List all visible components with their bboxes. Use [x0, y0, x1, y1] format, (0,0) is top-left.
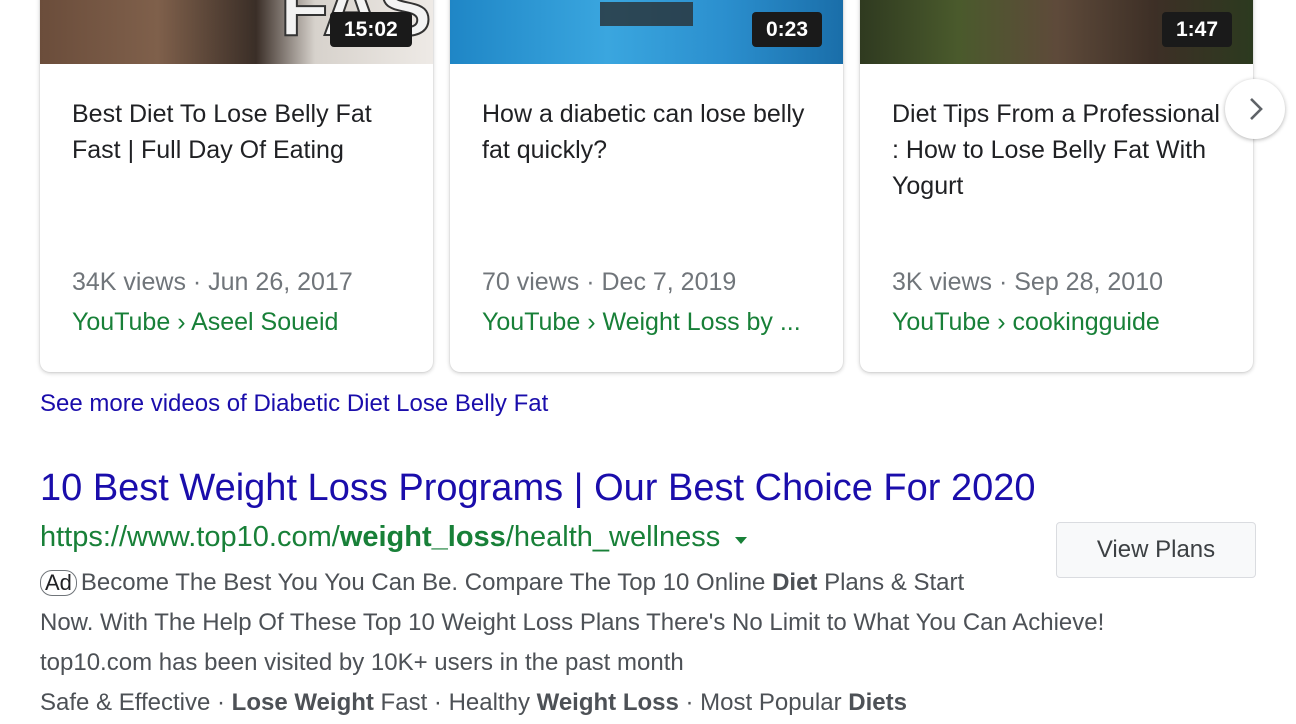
video-thumbnail[interactable]: 1:47 — [860, 0, 1253, 64]
video-title[interactable]: How a diabetic can lose belly fat quickl… — [482, 96, 812, 168]
ad-title-link[interactable]: 10 Best Weight Loss Programs | Our Best … — [40, 467, 1036, 510]
video-title[interactable]: Diet Tips From a Professional : How to L… — [892, 96, 1222, 204]
ad-url-suffix: /health_wellness — [505, 521, 721, 553]
video-meta: 70 views · Dec 7, 2019 — [482, 268, 737, 296]
ad-desc-bold: Diet — [772, 569, 818, 596]
video-duration: 0:23 — [752, 12, 823, 47]
thumbnail-overlay — [600, 2, 693, 26]
ad-description-line-1: Ad Become The Best You You Can Be. Compar… — [40, 569, 1240, 597]
sitelink-bold[interactable]: Lose Weight — [232, 689, 374, 716]
chevron-right-icon — [1250, 98, 1263, 120]
ad-visited-note: top10.com has been visited by 10K+ users… — [40, 649, 684, 676]
carousel-next-button[interactable] — [1225, 79, 1285, 139]
ad-url-bold: weight_loss — [339, 521, 506, 553]
ad-description-line-2: Now. With The Help Of These Top 10 Weigh… — [40, 609, 1105, 636]
video-meta: 34K views · Jun 26, 2017 — [72, 268, 353, 296]
see-more-videos-link[interactable]: See more videos of Diabetic Diet Lose Be… — [40, 390, 548, 418]
sitelink-text[interactable]: Safe & Effective · — [40, 689, 232, 716]
sitelink-bold[interactable]: Weight Loss — [537, 689, 679, 716]
ad-desc-text: Plans & Start — [817, 569, 965, 596]
video-card[interactable]: 0:23 How a diabetic can lose belly fat q… — [450, 0, 843, 372]
video-title[interactable]: Best Diet To Lose Belly Fat Fast | Full … — [72, 96, 402, 168]
video-thumbnail[interactable]: FAST 15:02 — [40, 0, 433, 64]
video-source[interactable]: YouTube › cookingguide — [892, 308, 1222, 337]
video-source[interactable]: YouTube › Weight Loss by ... — [482, 308, 812, 337]
sitelink-text[interactable]: Fast · Healthy — [374, 689, 537, 716]
video-card[interactable]: 1:47 Diet Tips From a Professional : How… — [860, 0, 1253, 372]
ad-url: https://www.top10.com/weight_loss/health… — [40, 521, 748, 554]
video-card[interactable]: FAST 15:02 Best Diet To Lose Belly Fat F… — [40, 0, 433, 372]
video-source[interactable]: YouTube › Aseel Soueid — [72, 308, 402, 337]
ad-url-prefix: https://www.top10.com/ — [40, 521, 340, 553]
sitelink-text[interactable]: · Most Popular — [679, 689, 848, 716]
video-duration: 15:02 — [330, 12, 412, 47]
caret-down-icon[interactable] — [734, 521, 748, 554]
sitelink-bold[interactable]: Diets — [848, 689, 907, 716]
video-thumbnail[interactable]: 0:23 — [450, 0, 843, 64]
video-meta: 3K views · Sep 28, 2010 — [892, 268, 1163, 296]
ad-badge: Ad — [40, 570, 77, 596]
video-duration: 1:47 — [1162, 12, 1233, 47]
ad-desc-text: Become The Best You You Can Be. Compare … — [80, 569, 773, 596]
ad-sitelinks: Safe & Effective · Lose Weight Fast · He… — [40, 689, 1240, 717]
